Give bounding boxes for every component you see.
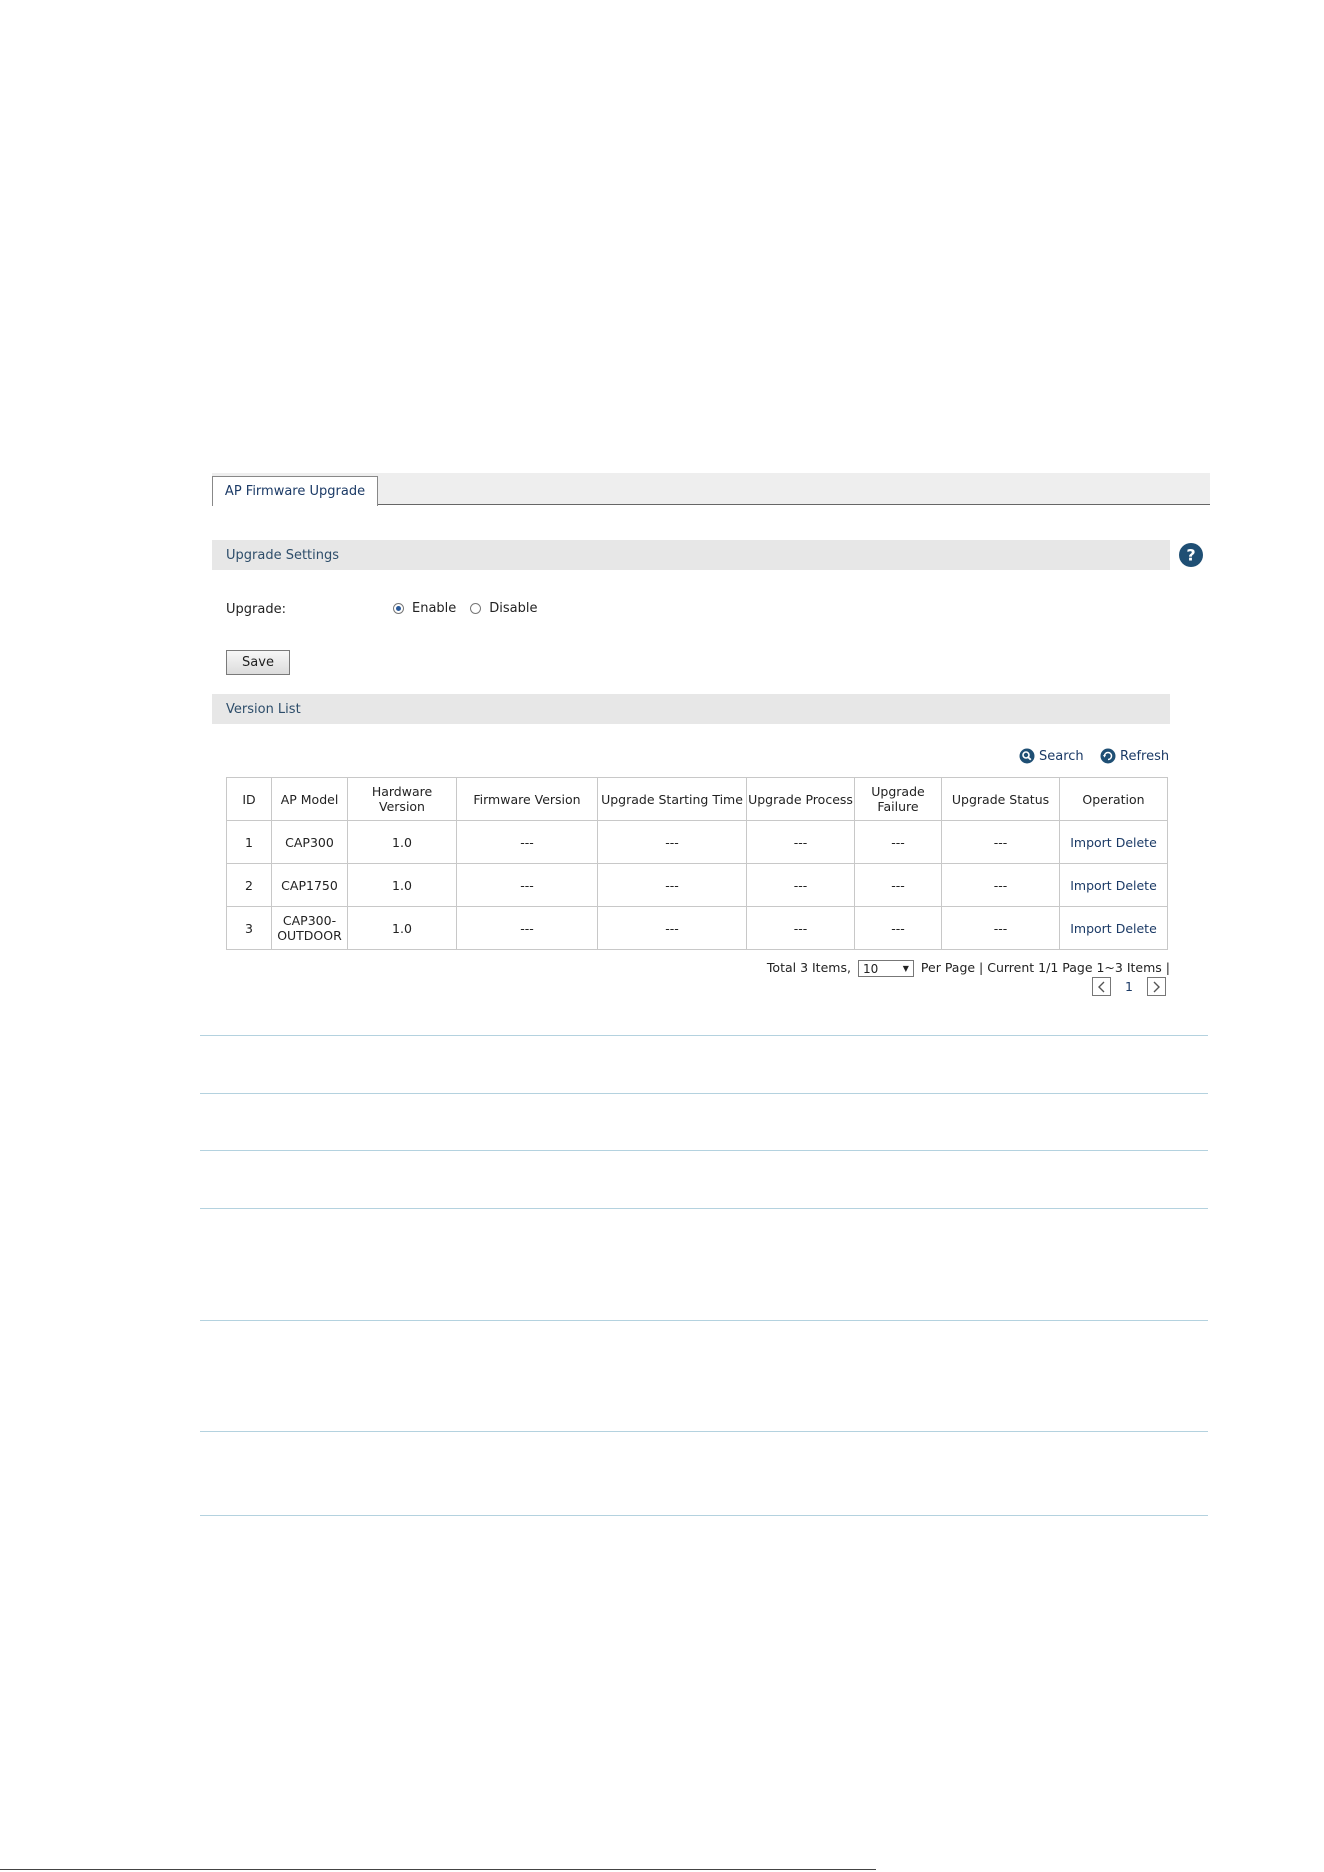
divider-line (200, 1208, 1208, 1209)
cell-start-time: --- (597, 863, 747, 907)
import-link[interactable]: Import (1070, 835, 1112, 850)
cell-model: CAP300 (271, 820, 348, 864)
cell-hardware: 1.0 (347, 906, 457, 950)
cell-process: --- (746, 820, 855, 864)
section-title: Version List (226, 701, 301, 717)
divider-line (200, 1150, 1208, 1151)
import-link[interactable]: Import (1070, 878, 1112, 893)
table-row: 1 CAP300 1.0 --- --- --- --- --- Import … (226, 820, 1168, 864)
page-bottom-rule (0, 1869, 876, 1870)
divider-line (200, 1431, 1208, 1432)
help-icon[interactable]: ? (1178, 542, 1204, 568)
cell-hardware: 1.0 (347, 820, 457, 864)
cell-failure: --- (854, 906, 942, 950)
cell-status: --- (941, 820, 1060, 864)
column-header: Operation (1059, 777, 1168, 821)
disable-radio[interactable] (470, 603, 482, 614)
total-items-text: Total 3 Items, (766, 960, 851, 975)
cell-id: 2 (226, 863, 272, 907)
chevron-down-icon: ▼ (902, 964, 909, 973)
search-label: Search (1039, 748, 1084, 764)
prev-page-button[interactable] (1092, 977, 1111, 996)
upgrade-radio-group: Enable Disable (393, 601, 552, 616)
delete-link[interactable]: Delete (1116, 835, 1157, 850)
cell-process: --- (746, 906, 855, 950)
cell-process: --- (746, 863, 855, 907)
column-header: Upgrade Failure (854, 777, 942, 821)
svg-text:?: ? (1186, 546, 1195, 565)
chevron-right-icon (1153, 981, 1161, 992)
pagination-nav: 1 (1092, 977, 1166, 996)
delete-link[interactable]: Delete (1116, 921, 1157, 936)
section-title: Upgrade Settings (226, 547, 340, 563)
cell-status: --- (941, 863, 1060, 907)
column-header: AP Model (271, 777, 348, 821)
divider-line (200, 1515, 1208, 1516)
cell-operation: Import Delete (1059, 820, 1168, 864)
per-page-text: Per Page | Current 1/1 Page 1~3 Items | (920, 960, 1170, 975)
cell-firmware: --- (456, 906, 598, 950)
import-link[interactable]: Import (1070, 921, 1112, 936)
column-header: Upgrade Starting Time (597, 777, 747, 821)
cell-failure: --- (854, 820, 942, 864)
chevron-left-icon (1097, 981, 1104, 992)
refresh-button[interactable]: Refresh (1100, 748, 1169, 764)
table-row: 2 CAP1750 1.0 --- --- --- --- --- Import… (226, 863, 1168, 907)
search-button[interactable]: Search (1019, 748, 1084, 764)
version-table: ID AP Model Hardware Version Firmware Ve… (226, 777, 1168, 950)
divider-line (200, 1320, 1208, 1321)
pagination-summary: Total 3 Items, 10 ▼ Per Page | Current 1… (767, 960, 1170, 977)
table-row: 3 CAP300-OUTDOOR 1.0 --- --- --- --- ---… (226, 906, 1168, 950)
delete-link[interactable]: Delete (1116, 878, 1157, 893)
per-page-value: 10 (862, 961, 879, 976)
divider-line (200, 1093, 1208, 1094)
search-icon (1019, 748, 1035, 764)
column-header: Hardware Version (347, 777, 457, 821)
cell-failure: --- (854, 863, 942, 907)
enable-radio[interactable] (393, 603, 404, 614)
tab-label: AP Firmware Upgrade (224, 484, 366, 499)
upgrade-label: Upgrade: (226, 602, 286, 617)
refresh-icon (1100, 748, 1116, 764)
upgrade-settings-header: Upgrade Settings (212, 540, 1170, 570)
refresh-label: Refresh (1120, 748, 1170, 764)
cell-operation: Import Delete (1059, 906, 1168, 950)
table-header-row: ID AP Model Hardware Version Firmware Ve… (226, 777, 1168, 821)
divider-line (200, 1035, 1208, 1036)
column-header: Upgrade Status (941, 777, 1060, 821)
cell-firmware: --- (456, 863, 598, 907)
cell-start-time: --- (597, 906, 747, 950)
cell-id: 1 (226, 820, 272, 864)
version-list-header: Version List (212, 694, 1170, 724)
cell-model: CAP1750 (271, 863, 348, 907)
disable-radio-label[interactable]: Disable (489, 601, 537, 616)
cell-id: 3 (226, 906, 272, 950)
enable-radio-label[interactable]: Enable (412, 601, 456, 616)
cell-status: --- (941, 906, 1060, 950)
per-page-select[interactable]: 10 ▼ (857, 960, 914, 977)
tab-ap-firmware-upgrade[interactable]: AP Firmware Upgrade (212, 476, 378, 506)
column-header: Upgrade Process (746, 777, 855, 821)
cell-firmware: --- (456, 820, 598, 864)
cell-model: CAP300-OUTDOOR (271, 906, 348, 950)
column-header: Firmware Version (456, 777, 598, 821)
column-header: ID (226, 777, 272, 821)
save-button[interactable]: Save (226, 650, 290, 675)
cell-start-time: --- (597, 820, 747, 864)
cell-hardware: 1.0 (347, 863, 457, 907)
page-number[interactable]: 1 (1125, 979, 1133, 994)
next-page-button[interactable] (1146, 977, 1166, 996)
cell-operation: Import Delete (1059, 863, 1168, 907)
